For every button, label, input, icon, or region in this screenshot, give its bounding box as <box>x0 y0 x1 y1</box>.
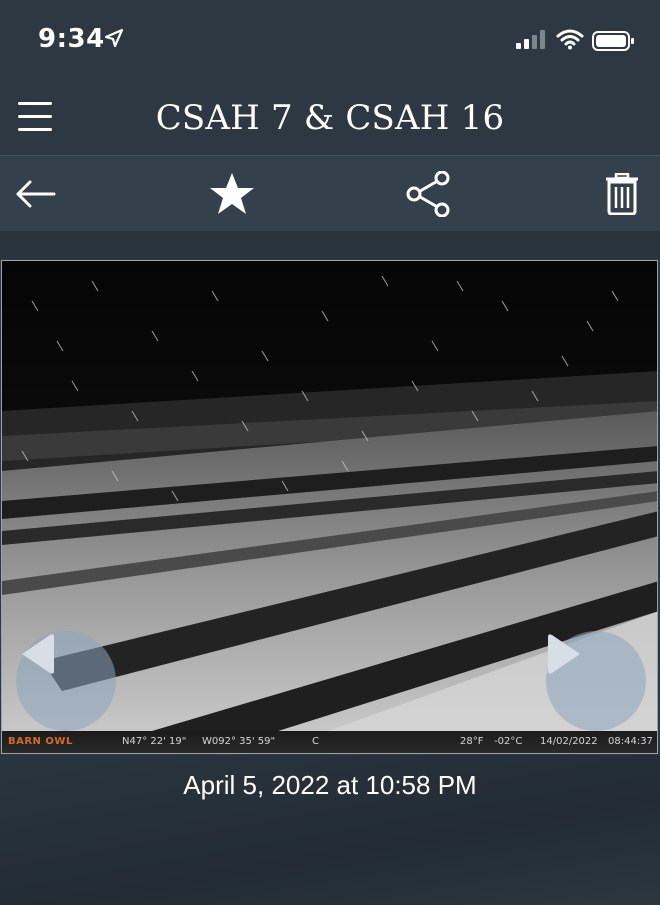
date-text: 14/02/2022 <box>540 736 598 747</box>
action-toolbar <box>0 156 660 231</box>
photo-timestamp: April 5, 2022 at 10:58 PM <box>183 770 477 800</box>
title-bar: CSAH 7 & CSAH 16 <box>0 82 660 156</box>
next-photo-button[interactable] <box>546 631 646 731</box>
wifi-icon <box>556 28 584 54</box>
brand-logo: BARN OWL <box>8 736 73 747</box>
battery-icon <box>592 30 636 56</box>
page-title: CSAH 7 & CSAH 16 <box>155 98 505 138</box>
share-icon[interactable] <box>404 170 452 218</box>
previous-photo-button[interactable] <box>16 631 116 731</box>
status-bar: 9:34 <box>0 0 660 82</box>
longitude-text: W092° 35' 59" <box>202 736 276 747</box>
back-arrow-icon[interactable] <box>12 170 60 218</box>
camera-photo[interactable]: BARN OWL N47° 22' 19" W092° 35' 59" C 28… <box>1 260 658 754</box>
cellular-signal-icon <box>516 30 548 54</box>
location-arrow-icon <box>104 28 124 52</box>
latitude-text: N47° 22' 19" <box>122 736 187 747</box>
camera-info-bar: BARN OWL N47° 22' 19" W092° 35' 59" C 28… <box>2 731 657 753</box>
temp-c-text: -02°C <box>494 736 523 747</box>
spacer <box>0 231 660 259</box>
temp-f-text: 28°F <box>460 736 484 747</box>
camera-id-text: C <box>312 736 319 747</box>
trash-icon[interactable] <box>598 170 646 218</box>
star-icon[interactable] <box>208 170 256 218</box>
time-text: 08:44:37 <box>608 736 653 747</box>
status-time: 9:34 <box>38 24 105 54</box>
